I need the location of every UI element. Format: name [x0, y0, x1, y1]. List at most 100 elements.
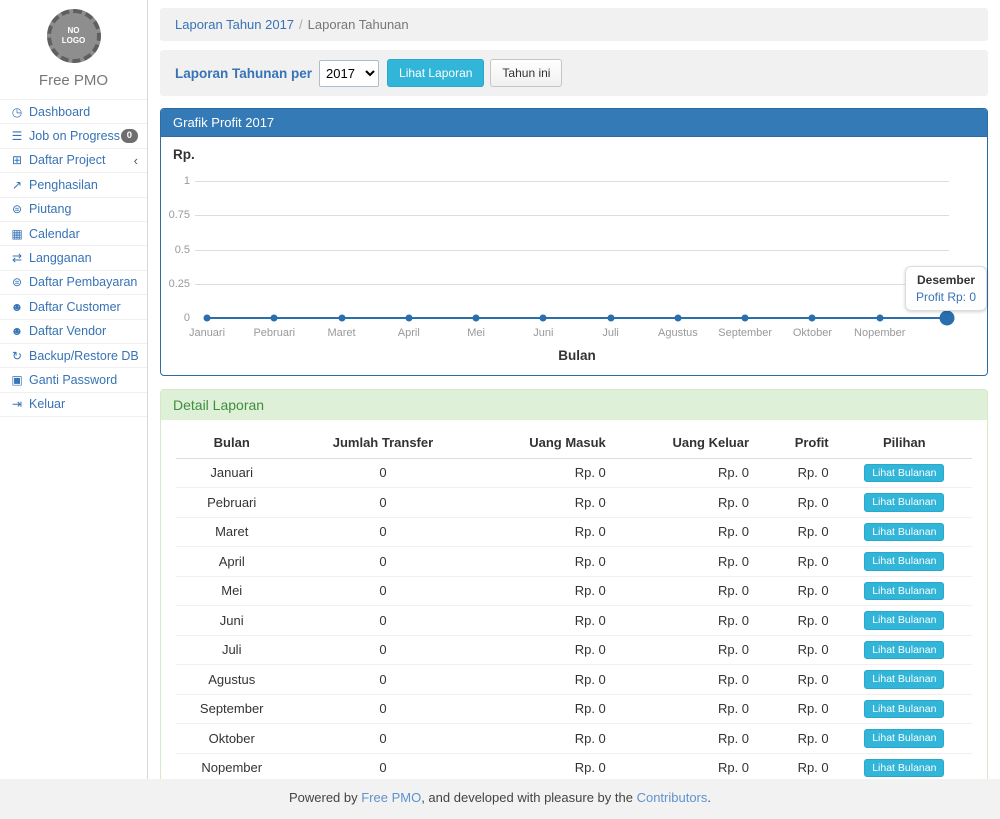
footer-text-suffix: . [707, 790, 711, 805]
jumlah-transfer-cell: 0 [287, 665, 478, 695]
uang-keluar-cell: Rp. 0 [614, 694, 757, 724]
lihat-bulanan-button[interactable]: Lihat Bulanan [864, 523, 944, 542]
lihat-bulanan-button[interactable]: Lihat Bulanan [864, 611, 944, 630]
line-chart-icon: ↗ [9, 178, 25, 192]
sidebar-item-label: Daftar Project [29, 153, 134, 167]
action-cell: Lihat Bulanan [837, 547, 972, 577]
lihat-bulanan-button[interactable]: Lihat Bulanan [864, 729, 944, 748]
uang-masuk-cell: Rp. 0 [478, 694, 613, 724]
data-point-pebruari[interactable] [271, 315, 278, 322]
uang-keluar-cell: Rp. 0 [614, 517, 757, 547]
data-point-oktober[interactable] [809, 315, 816, 322]
jumlah-transfer-cell: 0 [287, 753, 478, 779]
data-point-maret[interactable] [338, 315, 345, 322]
table-row: September0Rp. 0Rp. 0Rp. 0Lihat Bulanan [176, 694, 972, 724]
sidebar-item-daftar-pembayaran[interactable]: ⊜Daftar Pembayaran [0, 271, 147, 295]
lock-icon: ▣ [9, 373, 25, 387]
footer-link-freepmo[interactable]: Free PMO [361, 790, 421, 805]
data-point-nopember[interactable] [876, 315, 883, 322]
data-point-mei[interactable] [473, 315, 480, 322]
action-cell: Lihat Bulanan [837, 724, 972, 754]
footer-link-contributors[interactable]: Contributors [637, 790, 708, 805]
uang-keluar-cell: Rp. 0 [614, 458, 757, 488]
lihat-bulanan-button[interactable]: Lihat Bulanan [864, 493, 944, 512]
users-icon: ☻ [9, 300, 25, 314]
lihat-bulanan-button[interactable]: Lihat Bulanan [864, 464, 944, 483]
data-point-agustus[interactable] [674, 315, 681, 322]
lihat-bulanan-button[interactable]: Lihat Bulanan [864, 700, 944, 719]
sidebar-item-label: Langganan [29, 251, 138, 265]
sidebar-item-label: Penghasilan [29, 178, 138, 192]
table-row: Juni0Rp. 0Rp. 0Rp. 0Lihat Bulanan [176, 606, 972, 636]
data-point-juli[interactable] [607, 315, 614, 322]
sidebar-item-langganan[interactable]: ⇄ Langganan [0, 246, 147, 270]
sidebar-item-job-on-progress[interactable]: ☰Job on Progress0 [0, 124, 147, 148]
chart-panel-title: Grafik Profit 2017 [161, 109, 987, 137]
sidebar-item-label: Piutang [29, 202, 138, 216]
table-row: Oktober0Rp. 0Rp. 0Rp. 0Lihat Bulanan [176, 724, 972, 754]
bulan-cell: Agustus [176, 665, 287, 695]
lihat-laporan-button[interactable]: Lihat Laporan [387, 59, 484, 87]
uang-keluar-cell: Rp. 0 [614, 753, 757, 779]
sidebar-item-penghasilan[interactable]: ↗ Penghasilan [0, 173, 147, 197]
jumlah-transfer-cell: 0 [287, 606, 478, 636]
lihat-bulanan-button[interactable]: Lihat Bulanan [864, 552, 944, 571]
exchange-icon: ⇄ [9, 251, 25, 265]
profit-cell: Rp. 0 [757, 635, 837, 665]
footer-text-prefix: Powered by [289, 790, 361, 805]
lihat-bulanan-button[interactable]: Lihat Bulanan [864, 759, 944, 778]
profit-cell: Rp. 0 [757, 694, 837, 724]
lihat-bulanan-button[interactable]: Lihat Bulanan [864, 670, 944, 689]
money-icon: ⊜ [9, 202, 25, 216]
uang-keluar-cell: Rp. 0 [614, 724, 757, 754]
action-cell: Lihat Bulanan [837, 694, 972, 724]
lihat-bulanan-button[interactable]: Lihat Bulanan [864, 582, 944, 601]
uang-masuk-cell: Rp. 0 [478, 458, 613, 488]
main-content: Laporan Tahun 2017/Laporan Tahunan Lapor… [148, 0, 1000, 779]
sidebar: NOLOGO Free PMO ◷Dashboard☰Job on Progre… [0, 0, 148, 779]
data-point-september[interactable] [742, 315, 749, 322]
action-cell: Lihat Bulanan [837, 458, 972, 488]
chart-tooltip-title: Desember [916, 273, 976, 287]
filter-label: Laporan Tahunan per [175, 66, 312, 81]
uang-masuk-cell: Rp. 0 [478, 665, 613, 695]
bulan-cell: Juni [176, 606, 287, 636]
column-header: Uang Masuk [478, 428, 613, 458]
uang-masuk-cell: Rp. 0 [478, 635, 613, 665]
chart-y-tick: 0.5 [161, 244, 190, 256]
table-body: Januari0Rp. 0Rp. 0Rp. 0Lihat BulananPebr… [176, 458, 972, 779]
sidebar-item-label: Ganti Password [29, 373, 138, 387]
data-point-januari[interactable] [204, 315, 211, 322]
money-icon: ⊜ [9, 275, 25, 289]
chart-gridline [195, 215, 949, 216]
sidebar-item-backup-restore-db[interactable]: ↻Backup/Restore DB [0, 344, 147, 368]
bulan-cell: Nopember [176, 753, 287, 779]
sidebar-item-dashboard[interactable]: ◷Dashboard [0, 100, 147, 124]
sidebar-item-daftar-vendor[interactable]: ☻Daftar Vendor [0, 320, 147, 344]
refresh-icon: ↻ [9, 349, 25, 363]
data-point-juni[interactable] [540, 315, 547, 322]
uang-keluar-cell: Rp. 0 [614, 606, 757, 636]
year-select[interactable]: 2017 [319, 60, 379, 87]
sidebar-item-piutang[interactable]: ⊜ Piutang [0, 198, 147, 222]
sidebar-item-daftar-customer[interactable]: ☻Daftar Customer [0, 295, 147, 319]
uang-masuk-cell: Rp. 0 [478, 753, 613, 779]
detail-laporan-panel: Detail Laporan BulanJumlah TransferUang … [160, 389, 988, 779]
data-point-april[interactable] [405, 315, 412, 322]
chevron-left-icon: ‹ [134, 154, 138, 167]
jumlah-transfer-cell: 0 [287, 517, 478, 547]
profit-cell: Rp. 0 [757, 547, 837, 577]
jumlah-transfer-cell: 0 [287, 488, 478, 518]
tahun-ini-button[interactable]: Tahun ini [490, 59, 562, 87]
sidebar-item-calendar[interactable]: ▦Calendar [0, 222, 147, 246]
lihat-bulanan-button[interactable]: Lihat Bulanan [864, 641, 944, 660]
data-point-desember[interactable] [940, 311, 955, 326]
sidebar-item-ganti-password[interactable]: ▣ Ganti Password [0, 368, 147, 392]
sidebar-item-keluar[interactable]: ⇥Keluar [0, 393, 147, 417]
chart-x-tick: Nopember [838, 327, 922, 339]
sidebar-item-daftar-project[interactable]: ⊞Daftar Project‹ [0, 149, 147, 173]
footer-text-middle: , and developed with pleasure by the [421, 790, 636, 805]
logo-text: NOLOGO [62, 26, 86, 46]
breadcrumb-link[interactable]: Laporan Tahun 2017 [175, 17, 294, 32]
sidebar-item-label: Job on Progress [29, 129, 121, 143]
